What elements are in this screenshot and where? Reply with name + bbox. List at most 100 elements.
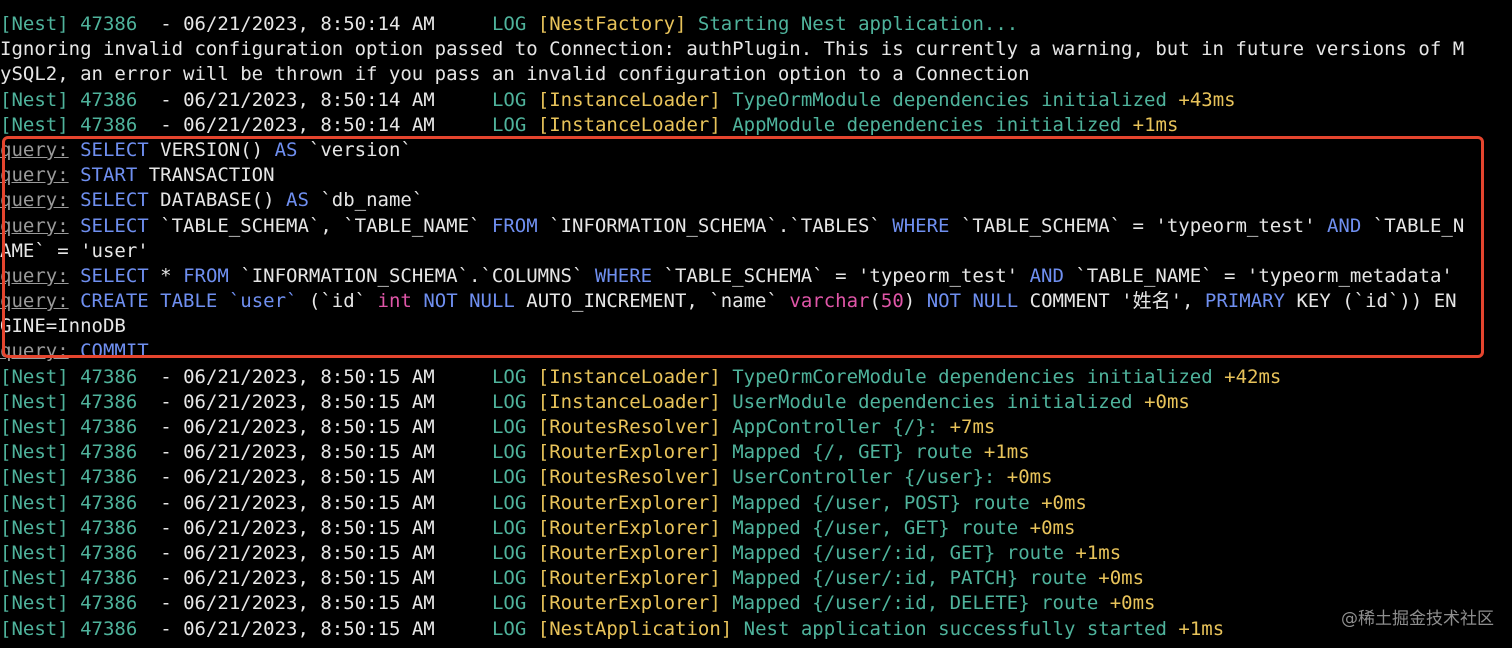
sql-keyword: AS [274, 138, 298, 161]
log-message: Starting Nest application... [697, 13, 1019, 35]
log-dash: - [160, 592, 172, 615]
log-context: [InstanceLoader] [537, 390, 721, 413]
log-duration: +0ms [1144, 390, 1190, 413]
sql-keyword: AND [1029, 264, 1064, 287]
log-message: Mapped {/, GET} route [732, 441, 973, 464]
warning-line-2: ySQL2, an error will be thrown if you pa… [0, 63, 1030, 86]
query-label: query: [0, 340, 69, 363]
log-message: TypeOrmModule dependencies initialized [732, 88, 1167, 111]
log-line-route-user-post: [Nest] 47386 - 06/21/2023, 8:50:15 AM LO… [0, 491, 1512, 516]
log-duration: +0ms [1041, 491, 1087, 514]
log-line-route-user-get: [Nest] 47386 - 06/21/2023, 8:50:15 AM LO… [0, 516, 1512, 541]
log-timestamp: 06/21/2023, 8:50:15 AM [183, 567, 435, 590]
query-line-start-transaction: query: START TRANSACTION [0, 164, 275, 187]
log-dash: - [160, 113, 172, 136]
log-message: Mapped {/user/:id, PATCH} route [732, 567, 1087, 590]
log-line-route-user-id-patch: [Nest] 47386 - 06/21/2023, 8:50:15 AM LO… [0, 566, 1512, 591]
log-dash: - [160, 13, 172, 35]
log-pid: 47386 [80, 365, 138, 388]
sql-keyword: SELECT [80, 138, 149, 161]
log-timestamp: 06/21/2023, 8:50:15 AM [183, 466, 435, 489]
log-message: AppController {/}: [732, 416, 939, 438]
sql-keyword: CREATE TABLE [80, 290, 218, 313]
log-duration: +1ms [983, 441, 1030, 464]
log-context: [NestFactory] [537, 13, 687, 35]
log-prefix: [Nest] [0, 13, 69, 35]
log-context: [NestApplication] [537, 617, 733, 640]
sql-table-name: `user` [217, 290, 309, 313]
query-label: query: [0, 214, 69, 237]
log-line-app-module: [Nest] 47386 - 06/21/2023, 8:50:14 AM LO… [0, 113, 1512, 138]
log-duration: +0ms [1006, 466, 1053, 489]
log-dash: - [160, 617, 172, 640]
sql-keyword: START [80, 164, 138, 187]
log-prefix: [Nest] [0, 541, 69, 564]
log-pid: 47386 [80, 516, 138, 539]
log-duration: +1ms [1178, 617, 1225, 640]
terminal-output: [Nest] 47386 - 06/21/2023, 8:50:14 AM LO… [0, 12, 1512, 642]
log-message: Mapped {/user, GET} route [732, 516, 1019, 539]
log-dash: - [160, 567, 172, 590]
log-timestamp: 06/21/2023, 8:50:15 AM [183, 592, 435, 615]
log-context: [RouterExplorer] [537, 516, 721, 539]
log-duration: +1ms [1132, 113, 1179, 136]
sql-keyword: PRIMARY [1204, 290, 1285, 313]
query-line-columns: query: SELECT * FROM `INFORMATION_SCHEMA… [0, 264, 1453, 287]
query-line-create-table-cont: GINE=InnoDB [0, 315, 126, 338]
log-timestamp: 06/21/2023, 8:50:14 AM [183, 88, 435, 111]
query-label: query: [0, 290, 69, 313]
log-prefix: [Nest] [0, 365, 69, 388]
log-level: LOG [491, 416, 527, 438]
log-prefix: [Nest] [0, 617, 69, 640]
sql-keyword: NOT NULL [926, 290, 1019, 313]
log-line-typeorm-module: [Nest] 47386 - 06/21/2023, 8:50:14 AM LO… [0, 88, 1512, 113]
sql-number: 50 [880, 290, 904, 313]
log-duration: +0ms [1098, 567, 1145, 590]
query-line-tables-cont: AME` = 'user' [0, 239, 149, 262]
log-context: [RouterExplorer] [537, 441, 721, 464]
log-line-route-user-id-delete: [Nest] 47386 - 06/21/2023, 8:50:15 AM LO… [0, 591, 1512, 616]
log-level: LOG [491, 88, 527, 111]
log-line-start: [Nest] 47386 - 06/21/2023, 8:50:14 AM LO… [0, 12, 1512, 37]
log-timestamp: 06/21/2023, 8:50:15 AM [183, 390, 435, 413]
query-label: query: [0, 164, 69, 187]
sql-type: int [377, 290, 412, 313]
log-level: LOG [491, 365, 527, 388]
log-context: [RouterExplorer] [537, 567, 721, 590]
log-pid: 47386 [80, 466, 138, 489]
log-dash: - [160, 441, 172, 464]
log-duration: +1ms [1075, 541, 1122, 564]
log-pid: 47386 [80, 592, 138, 615]
log-level: LOG [491, 466, 527, 489]
log-duration: +7ms [949, 416, 996, 438]
query-label: query: [0, 264, 69, 287]
log-dash: - [160, 466, 172, 489]
log-line-typeorm-core: [Nest] 47386 - 06/21/2023, 8:50:15 AM LO… [0, 365, 1512, 390]
log-message: UserController {/user}: [732, 466, 996, 489]
log-context: [RouterExplorer] [537, 541, 721, 564]
log-timestamp: 06/21/2023, 8:50:14 AM [183, 13, 435, 35]
log-timestamp: 06/21/2023, 8:50:15 AM [183, 365, 435, 388]
log-timestamp: 06/21/2023, 8:50:15 AM [183, 516, 435, 539]
sql-keyword: COMMIT [80, 340, 149, 363]
log-level: LOG [491, 491, 527, 514]
log-prefix: [Nest] [0, 491, 69, 514]
log-prefix: [Nest] [0, 516, 69, 539]
log-message: UserModule dependencies initialized [732, 390, 1133, 413]
log-prefix: [Nest] [0, 466, 69, 489]
watermark: @稀土掘金技术社区 [1341, 609, 1494, 629]
log-message: Mapped {/user/:id, DELETE} route [732, 592, 1099, 615]
log-level: LOG [491, 113, 527, 136]
log-dash: - [160, 491, 172, 514]
log-duration: +42ms [1224, 365, 1282, 388]
log-context: [RouterExplorer] [537, 491, 721, 514]
sql-keyword: NOT NULL [423, 290, 515, 313]
log-level: LOG [491, 390, 527, 413]
log-level: LOG [491, 13, 527, 35]
log-context: [InstanceLoader] [537, 88, 721, 111]
log-level: LOG [491, 516, 527, 539]
query-line-version: query: SELECT VERSION() AS `version` [0, 138, 412, 161]
log-prefix: [Nest] [0, 567, 69, 590]
log-prefix: [Nest] [0, 88, 69, 111]
log-message: Mapped {/user, POST} route [732, 491, 1030, 514]
